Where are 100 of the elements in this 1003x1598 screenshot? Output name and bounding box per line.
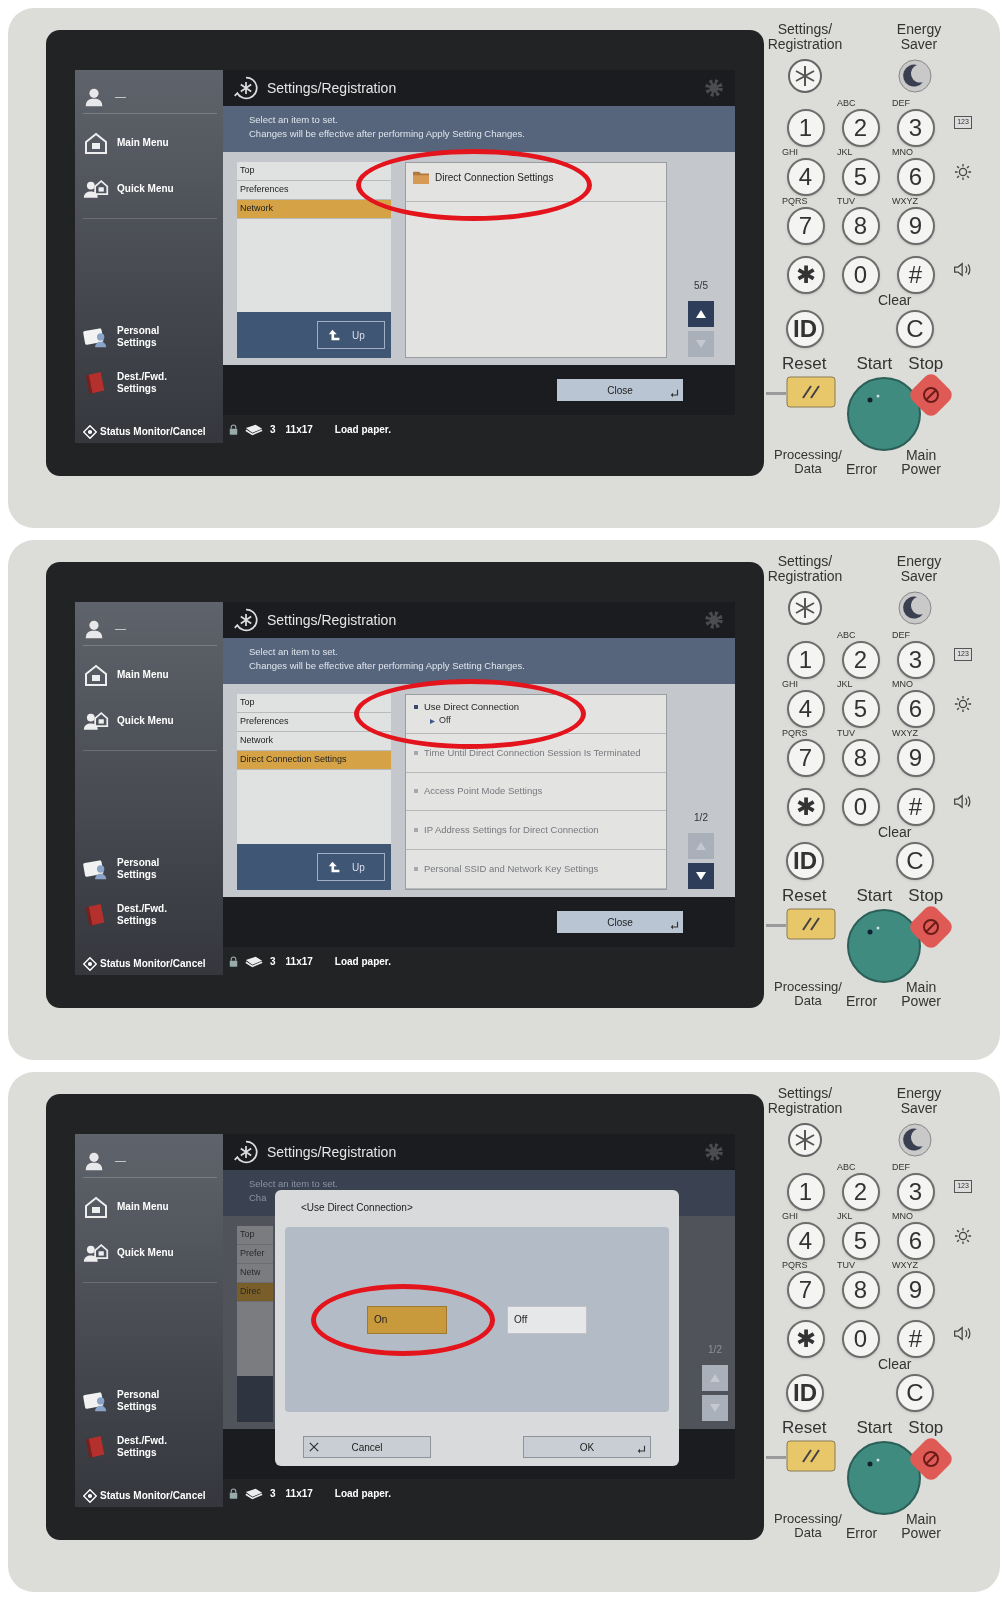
number-key[interactable]: # bbox=[896, 788, 935, 826]
status-monitor-button[interactable]: Status Monitor/Cancel bbox=[83, 956, 217, 971]
sidebar-menu-item[interactable]: Quick Menu bbox=[83, 1230, 217, 1276]
number-key[interactable]: 3 bbox=[896, 109, 935, 147]
breadcrumb-item[interactable]: Preferences bbox=[237, 713, 391, 732]
ok-button[interactable]: OK bbox=[523, 1436, 651, 1458]
number-key[interactable]: 4 bbox=[786, 690, 825, 728]
screen-title: Settings/Registration bbox=[267, 1142, 397, 1162]
breadcrumb-item[interactable]: Direct Connection Settings bbox=[237, 751, 391, 770]
number-key[interactable]: 2 bbox=[841, 109, 880, 147]
number-key[interactable]: # bbox=[896, 1320, 935, 1358]
status-monitor-button[interactable]: Status Monitor/Cancel bbox=[83, 1488, 217, 1503]
sidebar-menu-item[interactable]: Main Menu bbox=[83, 652, 217, 698]
folder-item[interactable]: Direct Connection Settings bbox=[412, 169, 554, 185]
number-key[interactable]: 2 bbox=[841, 1173, 880, 1211]
sidebar-menu-item[interactable]: Main Menu bbox=[83, 1184, 217, 1230]
close-button[interactable]: Close bbox=[557, 379, 683, 401]
number-key[interactable]: 9 bbox=[896, 739, 935, 777]
brightness-icon[interactable] bbox=[954, 694, 972, 713]
number-key[interactable]: 9 bbox=[896, 207, 935, 245]
key-letters: MNO bbox=[892, 147, 913, 157]
brightness-icon[interactable] bbox=[954, 162, 972, 181]
number-key[interactable]: 1 bbox=[786, 1173, 825, 1211]
number-key[interactable]: 8 bbox=[841, 1271, 880, 1309]
breadcrumb-item[interactable]: Top bbox=[237, 1226, 273, 1245]
number-key[interactable]: 5 bbox=[841, 690, 880, 728]
sidebar-menu-item[interactable]: Quick Menu bbox=[83, 166, 217, 212]
sidebar-menu-item[interactable]: Personal Settings bbox=[83, 846, 217, 892]
settings-button[interactable] bbox=[787, 58, 823, 94]
down-arrow-icon bbox=[710, 1404, 720, 1412]
key-letters: GHI bbox=[782, 147, 798, 157]
option-button[interactable]: Off bbox=[507, 1305, 587, 1334]
id-key[interactable]: ID bbox=[786, 310, 824, 348]
sidebar-menu-item[interactable]: Quick Menu bbox=[83, 698, 217, 744]
id-key[interactable]: ID bbox=[786, 842, 824, 880]
number-key[interactable]: 3 bbox=[896, 641, 935, 679]
energy-saver-button[interactable] bbox=[897, 1122, 933, 1158]
sidebar-menu-item[interactable]: Dest./Fwd. Settings bbox=[83, 1424, 217, 1470]
number-key[interactable]: 4 bbox=[786, 158, 825, 196]
reset-button[interactable] bbox=[786, 1440, 836, 1472]
number-key[interactable]: 0 bbox=[841, 1320, 880, 1358]
number-key[interactable]: 6 bbox=[896, 158, 935, 196]
settings-button[interactable] bbox=[787, 1122, 823, 1158]
breadcrumb-item[interactable]: Top bbox=[237, 694, 391, 713]
number-key[interactable]: 6 bbox=[896, 1222, 935, 1260]
number-key[interactable]: ✱ bbox=[786, 256, 825, 294]
number-key[interactable]: 8 bbox=[841, 739, 880, 777]
number-key[interactable]: 9 bbox=[896, 1271, 935, 1309]
settings-button[interactable] bbox=[787, 590, 823, 626]
number-key[interactable]: # bbox=[896, 256, 935, 294]
energy-saver-button[interactable] bbox=[897, 590, 933, 626]
up-button[interactable]: Up bbox=[317, 853, 385, 881]
energy-saver-button[interactable] bbox=[897, 58, 933, 94]
number-key[interactable]: 7 bbox=[786, 207, 825, 245]
number-key[interactable]: ✱ bbox=[786, 1320, 825, 1358]
number-key[interactable]: ✱ bbox=[786, 788, 825, 826]
tray-number: 3 bbox=[270, 422, 276, 437]
clear-key[interactable]: C bbox=[896, 842, 934, 880]
sidebar-menu-item[interactable]: Personal Settings bbox=[83, 1378, 217, 1424]
number-key[interactable]: 5 bbox=[841, 1222, 880, 1260]
speaker-icon[interactable] bbox=[953, 1325, 973, 1342]
sidebar-menu-item[interactable]: Personal Settings bbox=[83, 314, 217, 360]
reset-label: Reset bbox=[782, 886, 827, 906]
number-key[interactable]: 3 bbox=[896, 1173, 935, 1211]
breadcrumb-item[interactable]: Prefer bbox=[237, 1245, 273, 1264]
breadcrumb-item[interactable]: Network bbox=[237, 200, 391, 219]
number-key[interactable]: 0 bbox=[841, 788, 880, 826]
number-key[interactable]: 7 bbox=[786, 739, 825, 777]
sidebar-menu-item[interactable]: Dest./Fwd. Settings bbox=[83, 892, 217, 938]
number-key[interactable]: 2 bbox=[841, 641, 880, 679]
number-key[interactable]: 8 bbox=[841, 207, 880, 245]
page-indicator: 1/2 bbox=[708, 1343, 722, 1357]
number-key[interactable]: 0 bbox=[841, 256, 880, 294]
setting-item[interactable]: Use Direct Connection Off bbox=[414, 700, 520, 728]
number-key[interactable]: 4 bbox=[786, 1222, 825, 1260]
cancel-button[interactable]: Cancel bbox=[303, 1436, 431, 1458]
clear-key[interactable]: C bbox=[896, 310, 934, 348]
option-button[interactable]: On bbox=[367, 1305, 447, 1334]
scroll-down-button[interactable] bbox=[688, 863, 714, 889]
reset-button[interactable] bbox=[786, 908, 836, 940]
sidebar-menu-item[interactable]: Main Menu bbox=[83, 120, 217, 166]
clear-key[interactable]: C bbox=[896, 1374, 934, 1412]
number-key[interactable]: 5 bbox=[841, 158, 880, 196]
brightness-icon[interactable] bbox=[954, 1226, 972, 1245]
up-button[interactable]: Up bbox=[317, 321, 385, 349]
key-letters: ABC bbox=[837, 1162, 856, 1172]
number-key[interactable]: 1 bbox=[786, 109, 825, 147]
number-key[interactable]: 7 bbox=[786, 1271, 825, 1309]
id-key[interactable]: ID bbox=[786, 1374, 824, 1412]
bullet-icon bbox=[414, 867, 418, 872]
speaker-icon[interactable] bbox=[953, 793, 973, 810]
sidebar-menu-item[interactable]: Dest./Fwd. Settings bbox=[83, 360, 217, 406]
number-key[interactable]: 1 bbox=[786, 641, 825, 679]
number-key[interactable]: 6 bbox=[896, 690, 935, 728]
close-button[interactable]: Close bbox=[557, 911, 683, 933]
breadcrumb-item[interactable]: Top bbox=[237, 162, 391, 181]
scroll-up-button[interactable] bbox=[688, 301, 714, 327]
status-monitor-button[interactable]: Status Monitor/Cancel bbox=[83, 424, 217, 439]
speaker-icon[interactable] bbox=[953, 261, 973, 278]
reset-button[interactable] bbox=[786, 376, 836, 408]
